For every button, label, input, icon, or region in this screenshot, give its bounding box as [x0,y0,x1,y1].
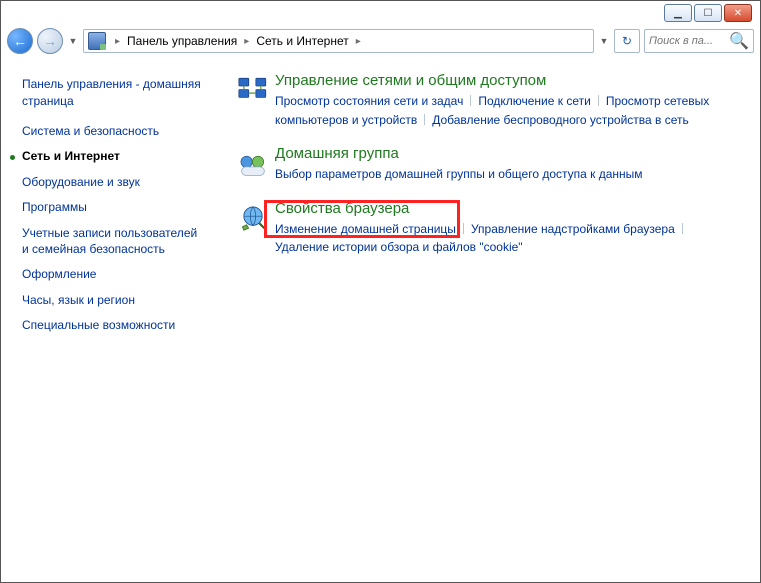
close-button[interactable]: ✕ [724,4,752,22]
chevron-right-icon: ▸ [244,36,249,47]
main-panel: Управление сетями и общим доступом Просмо… [217,58,759,581]
link-divider [682,223,683,234]
category-links: Выбор параметров домашней группы и общег… [275,165,735,184]
category-title[interactable]: Домашняя группа [275,145,735,162]
task-link[interactable]: Удаление истории обзора и файлов "cookie… [275,240,523,254]
task-link[interactable]: Подключение к сети [478,94,590,108]
control-panel-icon [88,32,106,50]
sidebar-home-link[interactable]: Панель управления - домашняя страница [22,76,207,110]
task-link[interactable]: Выбор параметров домашней группы и общег… [275,167,643,181]
sidebar: Панель управления - домашняя страница Си… [2,58,217,581]
category-section: Домашняя группа Выбор параметров домашней… [231,145,735,184]
task-link[interactable]: Просмотр состояния сети и задач [275,94,463,108]
search-input[interactable] [649,35,729,47]
category-icon[interactable] [231,200,275,257]
sidebar-item[interactable]: Сеть и Интернет [22,149,207,165]
sidebar-item[interactable]: Система и безопасность [22,124,207,140]
search-box[interactable]: 🔍 [644,29,754,53]
category-links: Просмотр состояния сети и задач Подключен… [275,92,735,129]
category-section: Управление сетями и общим доступом Просмо… [231,72,735,129]
nav-history-dropdown[interactable]: ▼ [67,28,79,54]
sidebar-item[interactable]: Оборудование и звук [22,175,207,191]
refresh-button[interactable]: ↻ [614,29,640,53]
category-links: Изменение домашней страницы Управление на… [275,220,735,257]
link-divider [598,95,599,106]
category-section: Свойства браузера Изменение домашней стра… [231,200,735,257]
category-icon[interactable] [231,72,275,129]
category-title[interactable]: Свойства браузера [275,200,735,217]
breadcrumb[interactable]: ▸ Панель управления ▸ Сеть и Интернет ▸ [83,29,594,53]
search-icon: 🔍 [729,31,749,51]
minimize-button[interactable]: ▁ [664,4,692,22]
sidebar-item[interactable]: Учетные записи пользователей и семейная … [22,226,207,257]
sidebar-item[interactable]: Специальные возможности [22,318,207,334]
task-link[interactable]: Управление надстройками браузера [471,222,675,236]
breadcrumb-segment[interactable]: Панель управления [125,32,239,50]
breadcrumb-dropdown[interactable]: ▼ [598,36,610,46]
sidebar-item[interactable]: Оформление [22,267,207,283]
sidebar-item[interactable]: Часы, язык и регион [22,293,207,309]
window-controls: ▁ ☐ ✕ [664,4,752,22]
content-area: Панель управления - домашняя страница Си… [2,58,759,581]
breadcrumb-segment[interactable]: Сеть и Интернет [254,32,350,50]
nav-forward-button[interactable]: → [37,28,63,54]
chevron-right-icon: ▸ [356,36,361,47]
nav-back-button[interactable]: ← [7,28,33,54]
sidebar-item[interactable]: Программы [22,200,207,216]
category-icon[interactable] [231,145,275,184]
link-divider [424,114,425,125]
chevron-right-icon: ▸ [115,36,120,47]
link-divider [463,223,464,234]
link-divider [470,95,471,106]
category-title[interactable]: Управление сетями и общим доступом [275,72,735,89]
maximize-button[interactable]: ☐ [694,4,722,22]
task-link[interactable]: Добавление беспроводного устройства в се… [432,113,689,127]
task-link[interactable]: Изменение домашней страницы [275,222,456,236]
address-bar: ← → ▼ ▸ Панель управления ▸ Сеть и Интер… [7,27,754,55]
